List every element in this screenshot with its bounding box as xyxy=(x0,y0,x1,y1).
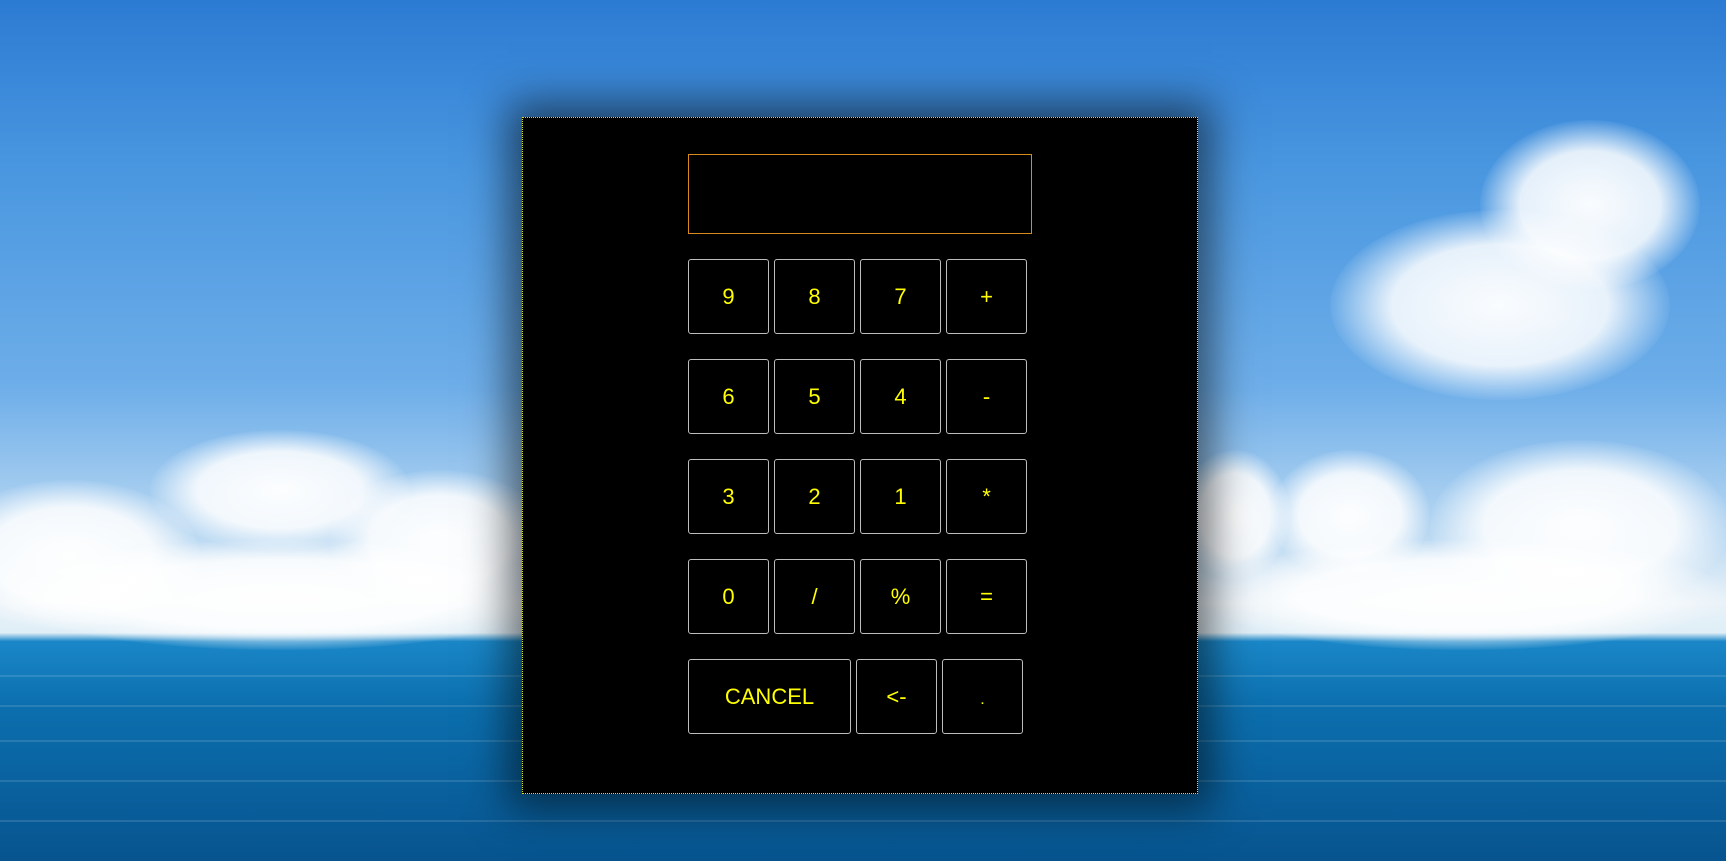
key-7-button[interactable]: 7 xyxy=(860,259,941,334)
key-4-button[interactable]: 4 xyxy=(860,359,941,434)
decimal-point-button[interactable]: . xyxy=(942,659,1023,734)
key-0-button[interactable]: 0 xyxy=(688,559,769,634)
key-9-button[interactable]: 9 xyxy=(688,259,769,334)
minus-button[interactable]: - xyxy=(946,359,1027,434)
key-3-button[interactable]: 3 xyxy=(688,459,769,534)
plus-button[interactable]: + xyxy=(946,259,1027,334)
backspace-button[interactable]: <- xyxy=(856,659,937,734)
calculator-panel: 9 8 7 +6 5 4- 3 2 1 * 0/% = CANCEL <- . xyxy=(522,117,1198,794)
divide-button[interactable]: / xyxy=(774,559,855,634)
key-5-button[interactable]: 5 xyxy=(774,359,855,434)
cancel-button[interactable]: CANCEL xyxy=(688,659,851,734)
percent-button[interactable]: % xyxy=(860,559,941,634)
key-6-button[interactable]: 6 xyxy=(688,359,769,434)
multiply-button[interactable]: * xyxy=(946,459,1027,534)
key-1-button[interactable]: 1 xyxy=(860,459,941,534)
key-2-button[interactable]: 2 xyxy=(774,459,855,534)
key-8-button[interactable]: 8 xyxy=(774,259,855,334)
equals-button[interactable]: = xyxy=(946,559,1027,634)
calculator-display[interactable] xyxy=(688,154,1032,234)
